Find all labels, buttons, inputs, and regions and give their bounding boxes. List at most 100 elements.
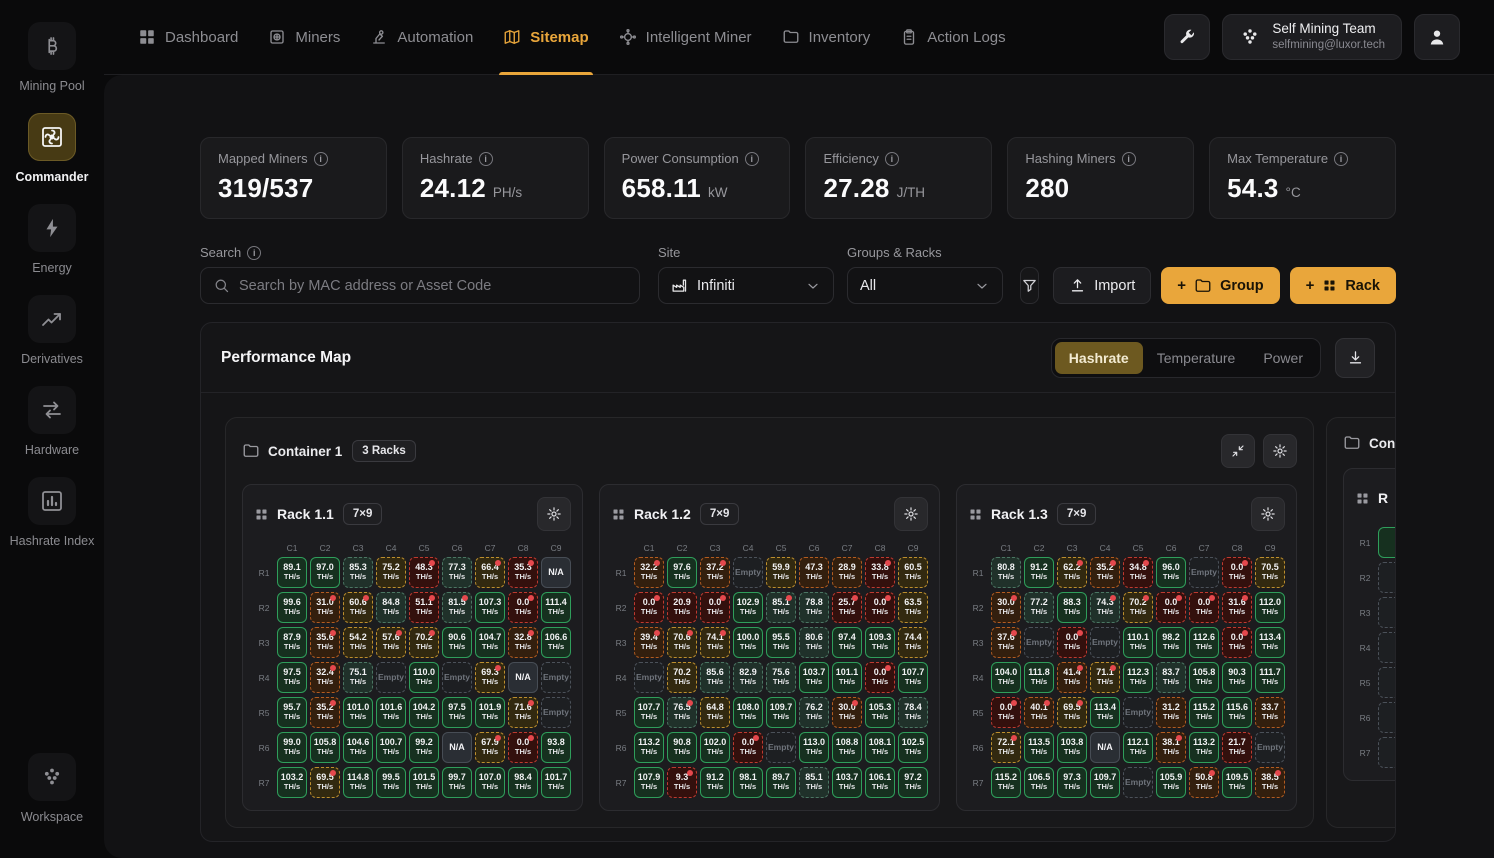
miner-cell[interactable]: 102.9TH/s [733, 592, 763, 623]
miner-cell[interactable]: 0.0TH/s [1222, 557, 1252, 588]
miner-cell[interactable]: 115.2TH/s [1189, 697, 1219, 728]
miner-cell[interactable]: 69.5TH/s [310, 767, 340, 798]
miner-cell[interactable]: 108.8TH/s [832, 732, 862, 763]
miner-cell[interactable] [1378, 597, 1395, 628]
miner-cell[interactable]: 98.1TH/s [733, 767, 763, 798]
miner-cell[interactable]: 78.4TH/s [898, 697, 928, 728]
miner-cell[interactable]: 87.9TH/s [277, 627, 307, 658]
miner-cell[interactable]: Empty [1123, 697, 1153, 728]
miner-cell[interactable]: 101.7TH/s [541, 767, 571, 798]
miner-cell[interactable]: 113.2TH/s [1189, 732, 1219, 763]
miner-cell[interactable]: 48.3TH/s [409, 557, 439, 588]
add-group-button[interactable]: + Group [1161, 267, 1279, 304]
miner-cell[interactable]: 111.4TH/s [541, 592, 571, 623]
info-icon[interactable] [479, 152, 493, 166]
miner-cell[interactable]: Empty [376, 662, 406, 693]
tools-button[interactable] [1164, 14, 1210, 60]
miner-cell[interactable]: 107.7TH/s [634, 697, 664, 728]
miner-cell[interactable]: Empty [1090, 627, 1120, 658]
rack-settings-button[interactable] [894, 497, 928, 531]
miner-cell[interactable]: 74.4TH/s [898, 627, 928, 658]
miner-cell[interactable] [1378, 632, 1395, 663]
miner-cell[interactable]: 97.6TH/s [667, 557, 697, 588]
miner-cell[interactable]: 35.2TH/s [1090, 557, 1120, 588]
miner-cell[interactable]: N/A [541, 557, 571, 588]
miner-cell[interactable]: 114.8TH/s [343, 767, 373, 798]
miner-cell[interactable]: 115.6TH/s [1222, 697, 1252, 728]
miner-cell[interactable]: 99.7TH/s [442, 767, 472, 798]
miner-cell[interactable]: 37.2TH/s [700, 557, 730, 588]
miner-cell[interactable]: N/A [442, 732, 472, 763]
miner-cell[interactable]: 41.4TH/s [1057, 662, 1087, 693]
add-rack-button[interactable]: + Rack [1290, 267, 1396, 304]
miner-cell[interactable]: 75.2TH/s [376, 557, 406, 588]
sidebar-item-hardware[interactable]: Hardware [25, 386, 79, 457]
miner-cell[interactable]: 104.0TH/s [991, 662, 1021, 693]
miner-cell[interactable]: 106.5TH/s [1024, 767, 1054, 798]
import-button[interactable]: Import [1053, 267, 1151, 304]
groups-racks-select[interactable]: All [847, 267, 1003, 304]
tab-temperature[interactable]: Temperature [1143, 342, 1250, 374]
miner-cell[interactable] [1378, 527, 1395, 558]
miner-cell[interactable]: 95.7TH/s [277, 697, 307, 728]
filter-button[interactable] [1020, 267, 1039, 304]
miner-cell[interactable]: 102.5TH/s [898, 732, 928, 763]
miner-cell[interactable]: Empty [1255, 732, 1285, 763]
nav-item-automation[interactable]: Automation [370, 0, 473, 75]
miner-cell[interactable]: 111.7TH/s [1255, 662, 1285, 693]
miner-cell[interactable]: 85.3TH/s [343, 557, 373, 588]
rack-settings-button[interactable] [537, 497, 571, 531]
miner-cell[interactable]: Empty [766, 732, 796, 763]
miner-cell[interactable]: 108.0TH/s [733, 697, 763, 728]
miner-cell[interactable]: 0.0TH/s [1222, 627, 1252, 658]
miner-cell[interactable]: 67.9TH/s [475, 732, 505, 763]
miner-cell[interactable]: Empty [442, 662, 472, 693]
miner-cell[interactable]: 85.1TH/s [799, 767, 829, 798]
miner-cell[interactable]: 103.8TH/s [1057, 732, 1087, 763]
miner-cell[interactable]: 33.7TH/s [1255, 697, 1285, 728]
collapse-button[interactable] [1221, 434, 1255, 468]
miner-cell[interactable]: Empty [541, 662, 571, 693]
miner-cell[interactable]: 75.1TH/s [343, 662, 373, 693]
miner-cell[interactable]: 98.4TH/s [508, 767, 538, 798]
miner-cell[interactable]: 51.1TH/s [409, 592, 439, 623]
info-icon[interactable] [1122, 152, 1136, 166]
miner-cell[interactable]: 89.1TH/s [277, 557, 307, 588]
miner-cell[interactable]: 38.1TH/s [1156, 732, 1186, 763]
miner-cell[interactable]: Empty [634, 662, 664, 693]
miner-cell[interactable]: 82.9TH/s [733, 662, 763, 693]
export-button[interactable] [1335, 338, 1375, 378]
sidebar-item-derivatives[interactable]: Derivatives [21, 295, 83, 366]
nav-item-inventory[interactable]: Inventory [782, 0, 871, 75]
miner-cell[interactable]: 101.9TH/s [475, 697, 505, 728]
miner-cell[interactable]: 0.0TH/s [991, 697, 1021, 728]
miner-cell[interactable]: 109.3TH/s [865, 627, 895, 658]
miner-cell[interactable]: 105.8TH/s [310, 732, 340, 763]
miner-cell[interactable]: 38.5TH/s [1255, 767, 1285, 798]
miner-cell[interactable]: 34.8TH/s [1123, 557, 1153, 588]
miner-cell[interactable]: 80.8TH/s [991, 557, 1021, 588]
miner-cell[interactable]: 78.8TH/s [799, 592, 829, 623]
sidebar-item-commander[interactable]: Commander [16, 113, 89, 184]
miner-cell[interactable]: N/A [508, 662, 538, 693]
miner-cell[interactable]: 57.6TH/s [376, 627, 406, 658]
miner-cell[interactable]: Empty [541, 697, 571, 728]
miner-cell[interactable]: 70.2TH/s [409, 627, 439, 658]
miner-cell[interactable]: 84.8TH/s [376, 592, 406, 623]
nav-item-sitemap[interactable]: Sitemap [503, 0, 588, 75]
miner-cell[interactable]: 103.2TH/s [277, 767, 307, 798]
search-input[interactable] [239, 278, 627, 294]
miner-cell[interactable]: 107.7TH/s [898, 662, 928, 693]
miner-cell[interactable]: 101.5TH/s [409, 767, 439, 798]
miner-cell[interactable]: 31.2TH/s [1156, 697, 1186, 728]
miner-cell[interactable]: 62.2TH/s [1057, 557, 1087, 588]
info-icon[interactable] [314, 152, 328, 166]
miner-cell[interactable]: 99.2TH/s [409, 732, 439, 763]
miner-cell[interactable]: 113.4TH/s [1090, 697, 1120, 728]
miner-cell[interactable]: 105.8TH/s [1189, 662, 1219, 693]
miner-cell[interactable]: 75.6TH/s [766, 662, 796, 693]
miner-cell[interactable]: 90.8TH/s [667, 732, 697, 763]
miner-cell[interactable]: 37.6TH/s [991, 627, 1021, 658]
miner-cell[interactable]: 97.5TH/s [442, 697, 472, 728]
miner-cell[interactable]: 81.5TH/s [442, 592, 472, 623]
